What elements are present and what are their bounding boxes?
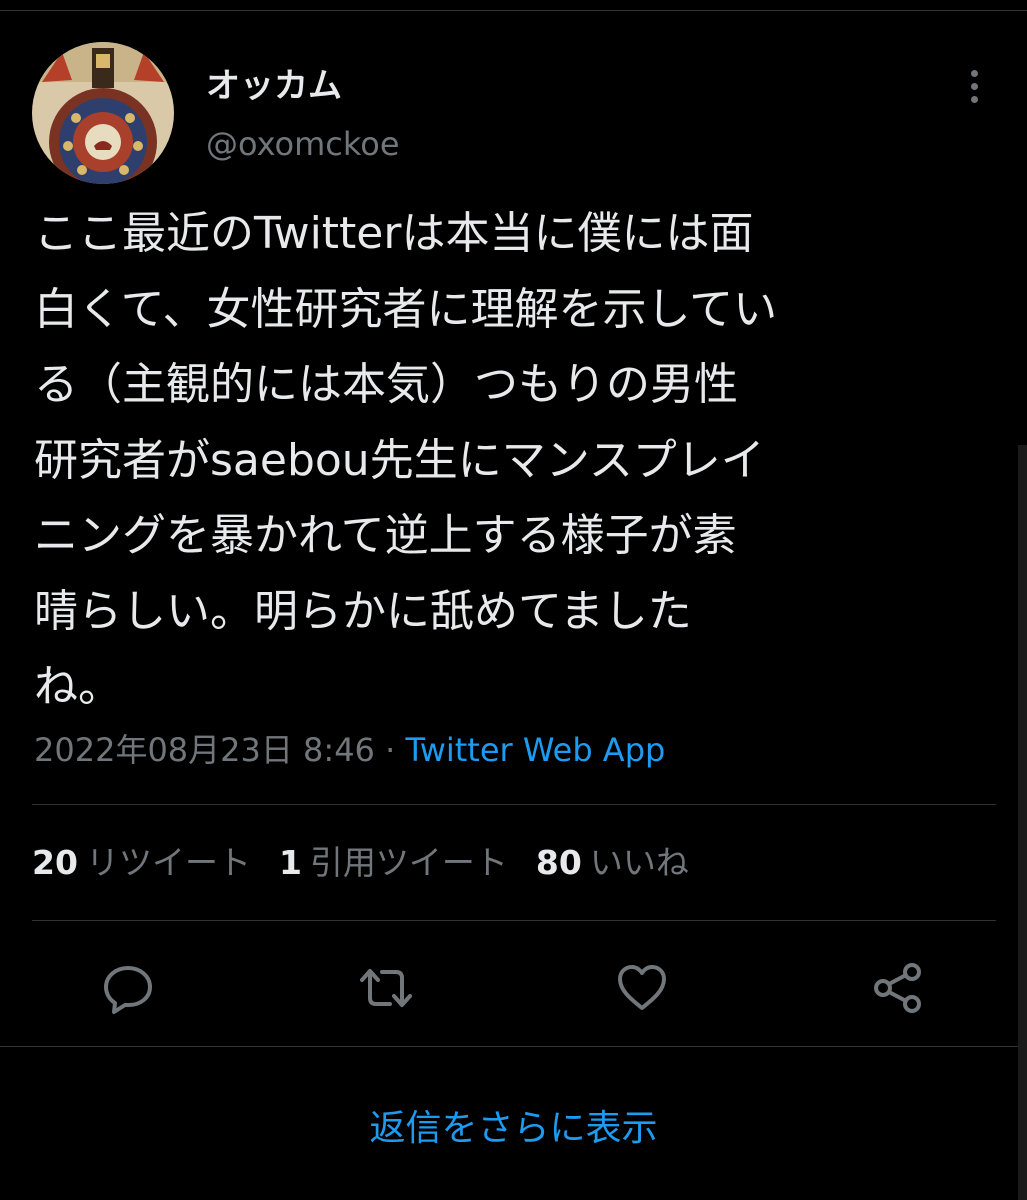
stat-count: 20 bbox=[32, 843, 78, 882]
scrollbar[interactable] bbox=[1018, 445, 1027, 1200]
more-dot-icon bbox=[971, 96, 978, 103]
like-icon bbox=[618, 965, 666, 1010]
divider bbox=[32, 804, 996, 805]
avatar[interactable] bbox=[32, 42, 174, 184]
user-handle[interactable]: @oxomckoe bbox=[206, 122, 400, 166]
more-dot-icon bbox=[971, 70, 978, 77]
stat-count: 80 bbox=[535, 843, 582, 882]
like-count[interactable]: 80 いいね bbox=[536, 840, 689, 886]
stat-label: いいね bbox=[589, 843, 689, 882]
top-divider bbox=[0, 10, 1027, 11]
tweet-text-line: 白くて、女性研究者に理解を示してい bbox=[34, 283, 778, 335]
share-icon bbox=[874, 963, 921, 1013]
more-dot-icon bbox=[971, 83, 978, 90]
tweet-meta: 2022年08月23日 8:46 · Twitter Web App bbox=[34, 728, 665, 772]
tweet-text-line: 晴らしい。明らかに舐めてました bbox=[34, 585, 692, 637]
tweet-text-line: 研究者がsaebou先生にマンスプレイ bbox=[34, 434, 765, 486]
tweet-text-line: る（主観的には本気）つもりの男性 bbox=[34, 359, 738, 410]
tweet-text-line: ニングを暴かれて逆上する様子が素 bbox=[34, 510, 737, 561]
stat-label: 引用ツイート bbox=[309, 843, 508, 882]
like-button[interactable] bbox=[612, 958, 672, 1018]
reply-button[interactable] bbox=[98, 958, 158, 1018]
tweet-text: ここ最近のTwitterは本当に僕には面 白くて、女性研究者に理解を示してい る… bbox=[34, 196, 1000, 725]
divider bbox=[0, 1046, 1027, 1047]
reply-icon bbox=[104, 966, 152, 1014]
retweet-icon bbox=[360, 969, 412, 1007]
timestamp[interactable]: 2022年08月23日 8:46 bbox=[34, 731, 375, 769]
display-name[interactable]: オッカム bbox=[206, 62, 342, 110]
meta-separator: · bbox=[374, 731, 406, 769]
stat-count: 1 bbox=[278, 843, 302, 882]
retweet-button[interactable] bbox=[356, 958, 416, 1018]
retweet-count[interactable]: 20 リツイート bbox=[32, 840, 251, 886]
stat-label: リツイート bbox=[85, 843, 251, 882]
tweet-text-line: ね。 bbox=[34, 661, 122, 712]
share-button[interactable] bbox=[868, 958, 928, 1018]
source-link[interactable]: Twitter Web App bbox=[405, 731, 665, 769]
tweet-text-line: ここ最近のTwitterは本当に僕には面 bbox=[34, 208, 754, 259]
divider bbox=[32, 920, 996, 921]
quote-tweet-count[interactable]: 1 引用ツイート bbox=[279, 840, 508, 886]
show-more-replies-link[interactable]: 返信をさらに表示 bbox=[0, 1104, 1027, 1154]
more-options-button[interactable] bbox=[950, 62, 1000, 112]
engagement-stats: 20 リツイート 1 引用ツイート 80 いいね bbox=[32, 840, 717, 886]
